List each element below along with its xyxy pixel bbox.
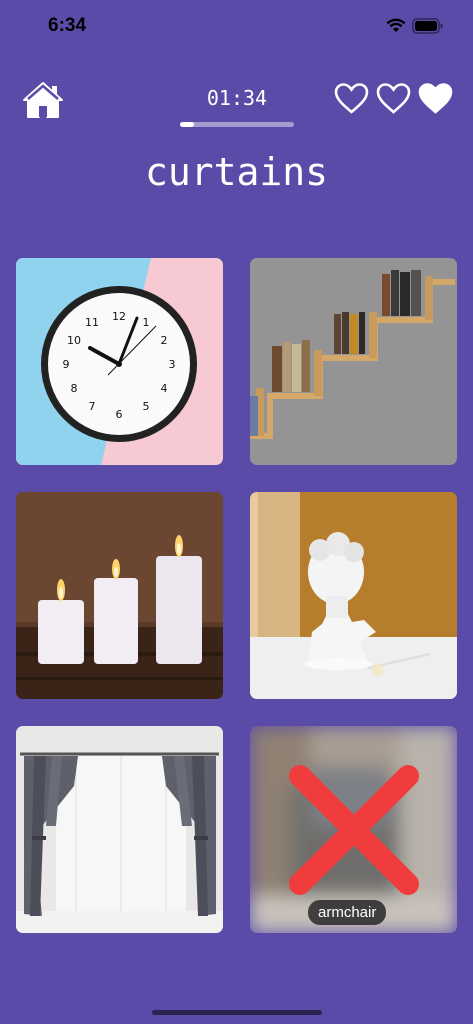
heart-outline-icon	[376, 83, 411, 114]
tile-label-badge: armchair	[308, 900, 387, 925]
image-tile-bust-statue[interactable]	[250, 492, 457, 699]
heart-filled-icon	[418, 83, 453, 114]
time-progress-bar	[180, 122, 294, 127]
image-tile-wall-clock[interactable]: 12 1 2 345 678 9 10 11	[16, 258, 223, 465]
lives-indicator	[334, 82, 453, 115]
svg-text:4: 4	[161, 382, 168, 395]
svg-text:5: 5	[143, 400, 150, 413]
battery-icon	[412, 18, 443, 34]
svg-text:12: 12	[112, 310, 126, 323]
svg-text:3: 3	[169, 358, 176, 371]
wrong-answer-x-icon	[289, 765, 419, 895]
image-tile-stair-bookshelf[interactable]	[250, 258, 457, 465]
image-tile-candles[interactable]	[16, 492, 223, 699]
status-time: 6:34	[48, 15, 87, 36]
svg-text:9: 9	[63, 358, 70, 371]
wall-clock-image: 12 12 345 678 91011	[16, 258, 223, 465]
bust-statue-image	[250, 492, 457, 699]
timer-display: 01:34	[206, 86, 268, 110]
svg-text:7: 7	[89, 400, 96, 413]
time-progress-fill	[180, 122, 194, 127]
svg-text:10: 10	[67, 334, 81, 347]
candles-image	[16, 492, 223, 699]
heart-outline-icon	[334, 83, 369, 114]
svg-text:8: 8	[71, 382, 78, 395]
svg-text:1: 1	[143, 316, 150, 329]
target-word: curtains	[144, 150, 329, 194]
svg-text:6: 6	[116, 408, 123, 421]
curtains-image	[16, 726, 223, 933]
home-indicator-bar[interactable]	[152, 1010, 322, 1015]
home-icon[interactable]	[22, 80, 64, 120]
wifi-icon	[386, 18, 406, 32]
svg-text:11: 11	[85, 316, 99, 329]
svg-text:2: 2	[161, 334, 168, 347]
image-tile-curtains[interactable]	[16, 726, 223, 933]
image-tile-armchair[interactable]: armchair	[250, 726, 457, 933]
status-bar: 6:34	[0, 0, 473, 54]
stair-bookshelf-image	[250, 258, 457, 465]
